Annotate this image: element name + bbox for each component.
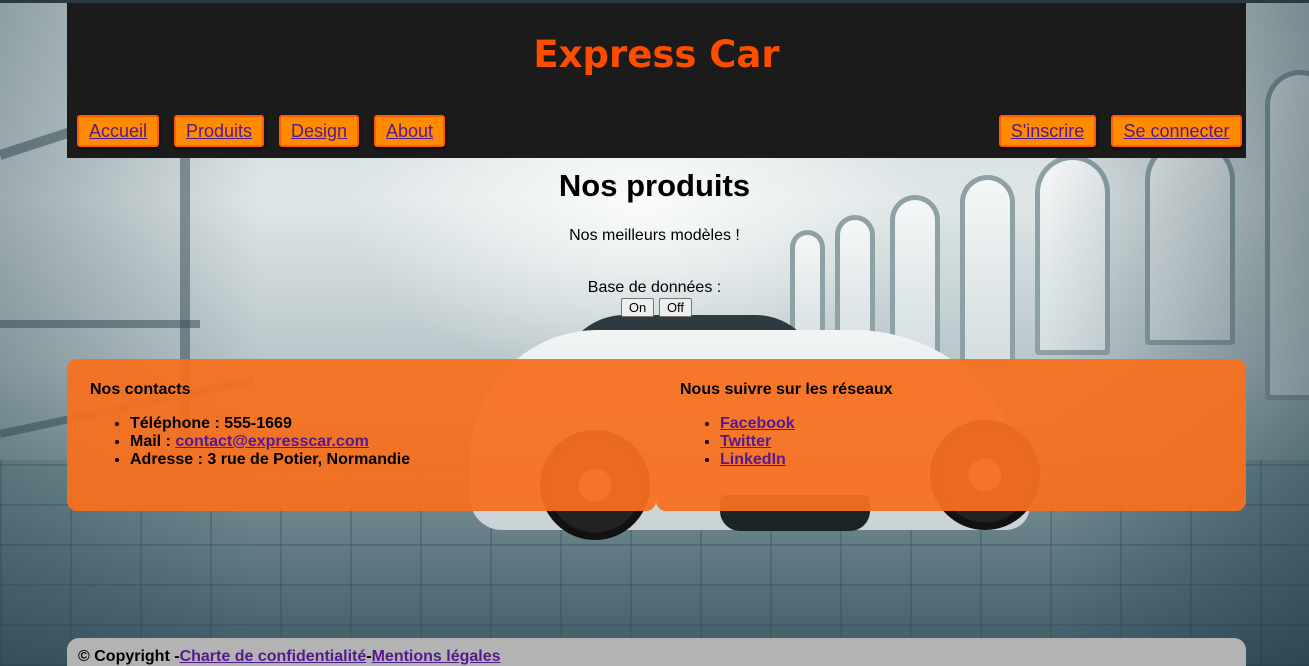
contacts-list: Téléphone : 555-1669 Mail : contact@expr…: [90, 415, 656, 469]
contact-phone: Téléphone : 555-1669: [130, 415, 656, 433]
linkedin-link[interactable]: LinkedIn: [720, 451, 786, 468]
copyright-text: © Copyright -: [78, 648, 180, 665]
contact-mail: Mail : contact@expresscar.com: [130, 433, 656, 451]
page-subtitle: Nos meilleurs modèles !: [569, 227, 740, 244]
privacy-link[interactable]: Charte de confidentialité: [180, 648, 367, 665]
site-title: Express Car: [533, 33, 780, 76]
contacts-heading: Nos contacts: [90, 381, 191, 398]
nav-sinscrire[interactable]: S'inscrire: [999, 115, 1096, 147]
nav-design[interactable]: Design: [279, 115, 359, 147]
site-header: Express Car Accueil Produits Design Abou…: [67, 3, 1246, 158]
database-on-button[interactable]: On: [621, 298, 654, 317]
database-label: Base de données :: [587, 279, 722, 296]
social-list: Facebook Twitter LinkedIn: [680, 415, 1246, 469]
nav-about[interactable]: About: [374, 115, 445, 147]
nav-produits[interactable]: Produits: [174, 115, 264, 147]
social-panel: Nous suivre sur les réseaux Facebook Twi…: [656, 359, 1246, 511]
contact-mail-link[interactable]: contact@expresscar.com: [175, 433, 368, 450]
database-off-button[interactable]: Off: [659, 298, 692, 317]
twitter-link[interactable]: Twitter: [720, 433, 771, 450]
contact-mail-label: Mail :: [130, 433, 176, 450]
contacts-panel: Nos contacts Téléphone : 555-1669 Mail :…: [67, 359, 656, 511]
nav-accueil[interactable]: Accueil: [77, 115, 159, 147]
nav-se-connecter[interactable]: Se connecter: [1111, 115, 1242, 147]
facebook-link[interactable]: Facebook: [720, 415, 795, 432]
page-title: Nos produits: [558, 168, 751, 203]
list-item: LinkedIn: [720, 451, 1246, 469]
social-heading: Nous suivre sur les réseaux: [680, 381, 893, 398]
list-item: Twitter: [720, 433, 1246, 451]
list-item: Facebook: [720, 415, 1246, 433]
legal-link[interactable]: Mentions légales: [372, 648, 501, 665]
contact-address: Adresse : 3 rue de Potier, Normandie: [130, 451, 656, 469]
copyright-bar: © Copyright -Charte de confidentialité-M…: [67, 638, 1246, 666]
